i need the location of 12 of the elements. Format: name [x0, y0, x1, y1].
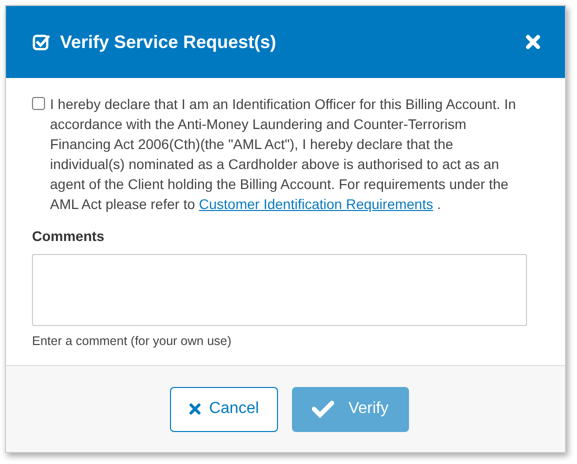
- cancel-button[interactable]: Cancel: [170, 386, 278, 432]
- requirements-link[interactable]: Customer Identification Requirements: [198, 196, 434, 212]
- comments-field[interactable]: [32, 254, 527, 326]
- close-icon[interactable]: [525, 34, 541, 50]
- checked-box-icon: [32, 32, 51, 52]
- comments-help-text: Enter a comment (for your own use): [32, 334, 232, 348]
- declaration-text: I hereby declare that I am an Identification Officer for this Billing Account. In accordance with the Anti-Money Laundering and Counter-Terrorism Financing Act 2006(Cth)(the "AML Act"), I hereby declare that the individual(s) nominated as a Cardholder above is authorised to act as an agent of the Client holding the Billing Account. For requirements under the AML Act please refer to Customer Identification Requirements .: [50, 95, 517, 214]
- declaration-checkbox[interactable]: [32, 97, 45, 110]
- comments-label: Comments: [32, 228, 106, 244]
- checkmark-icon: [312, 400, 334, 418]
- dialog-title: Verify Service Request(s): [60, 32, 278, 52]
- close-icon: [189, 403, 202, 415]
